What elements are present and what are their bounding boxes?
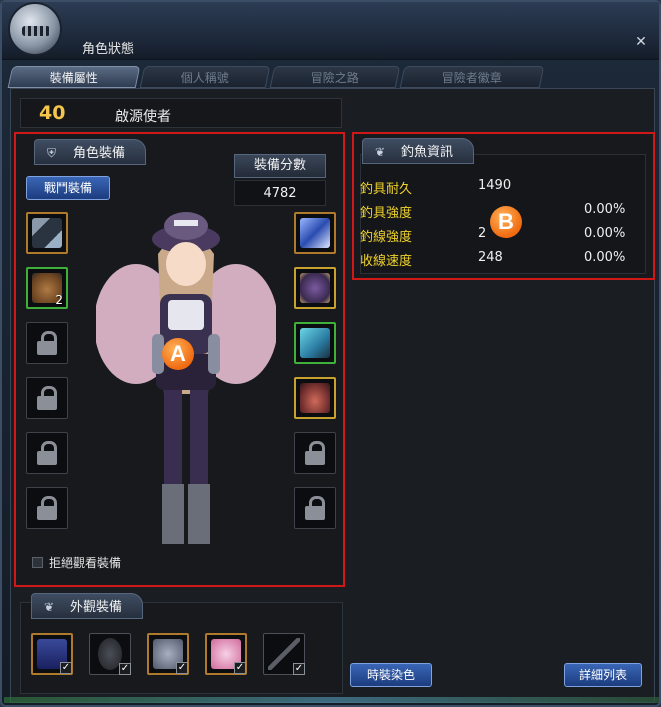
sword-icon [32,218,62,248]
tab-adventure-road[interactable]: 冒險之路 [269,66,401,88]
character-name: 啟源使者 [115,109,171,125]
appearance-section: ❦ 外觀裝備 ✓ ✓ ✓ ✓ ✓ [20,593,343,694]
equip-slot-locked[interactable] [26,432,68,474]
fishing-header-icon: ❦ [375,145,386,159]
appearance-slot-wings[interactable]: ✓ [205,633,247,675]
helmet-icon [8,2,62,56]
equip-slot-pouch[interactable]: 2 [26,267,68,309]
costume-dye-button[interactable]: 時裝染色 [350,663,432,687]
refuse-view-label: 拒絕觀看裝備 [49,556,122,570]
character-status-window: 角色狀態 ✕ 裝備屬性 個人稱號 冒險之路 冒險者徽章 40 啟源使者 ⛨ 角色裝… [0,0,661,707]
tab-bar: 裝備屬性 個人稱號 冒險之路 冒險者徽章 [7,66,545,88]
window-bottom-edge [4,697,659,703]
equip-slot-gauntlet[interactable] [294,322,336,364]
appearance-slot-hat[interactable]: ✓ [31,633,73,675]
armor-header-icon: ⛨ [47,146,57,160]
appearance-check[interactable]: ✓ [60,662,72,674]
equip-slot-weapon[interactable] [26,212,68,254]
fishing-header: ❦ 釣魚資訊 [362,138,475,164]
tab-adventurer-badge[interactable]: 冒險者徽章 [399,66,545,88]
equipment-header: ⛨ 角色裝備 [34,139,147,165]
crystal-icon [300,218,330,248]
close-icon[interactable]: ✕ [633,34,649,50]
item-count: 2 [55,293,63,307]
lock-icon [37,496,57,520]
lock-icon [37,386,57,410]
lock-icon [305,441,325,465]
equipment-section: ⛨ 角色裝備 戰鬥裝備 裝備分數 4782 2 A 拒絕觀看裝備 [14,132,345,587]
character-level: 40 [39,102,66,124]
lock-icon [37,441,57,465]
window-title: 角色狀態 [82,42,135,57]
detail-list-button[interactable]: 詳細列表 [564,663,642,687]
equip-slot-boots[interactable] [294,377,336,419]
equip-slot-crystal[interactable] [294,212,336,254]
appearance-check[interactable]: ✓ [234,662,246,674]
appearance-header: ❦ 外觀裝備 [31,593,144,619]
equip-slot-locked[interactable] [26,487,68,529]
boots-icon [300,383,330,413]
equip-slot-armor[interactable] [294,267,336,309]
character-model [96,212,276,544]
equipment-score-value: 4782 [234,180,326,206]
appearance-slot-robe[interactable]: ✓ [147,633,189,675]
tab-equipment-attributes[interactable]: 裝備屬性 [7,66,141,88]
appearance-check[interactable]: ✓ [119,663,131,675]
appearance-check[interactable]: ✓ [293,663,305,675]
title-bar[interactable]: 角色狀態 ✕ [2,2,659,60]
marker-a-badge: A [162,338,194,370]
gauntlet-icon [300,328,330,358]
battle-equipment-button[interactable]: 戰鬥裝備 [26,176,110,200]
appearance-check[interactable]: ✓ [176,662,188,674]
appearance-header-icon: ❦ [44,600,55,614]
lock-icon [305,496,325,520]
equip-slot-locked[interactable] [26,322,68,364]
equip-slot-locked[interactable] [294,432,336,474]
armor-icon [300,273,330,303]
equip-slot-locked[interactable] [26,377,68,419]
appearance-slot-mask[interactable]: ✓ [89,633,131,675]
character-namebar: 40 啟源使者 [20,98,342,128]
refuse-view-checkbox[interactable] [32,557,43,568]
fishing-info-section: ❦ 釣魚資訊 釣具耐久 1490 釣具強度 0.00% 釣線強度 2 0.00% … [352,132,655,280]
equipment-score-label: 裝備分數 [234,154,326,178]
lock-icon [37,331,57,355]
appearance-slot-weapon[interactable]: ✓ [263,633,305,675]
equip-slot-locked[interactable] [294,487,336,529]
marker-b-badge: B [490,206,522,238]
tab-personal-titles[interactable]: 個人稱號 [139,66,271,88]
refuse-view-equipment-option[interactable]: 拒絕觀看裝備 [32,554,121,571]
